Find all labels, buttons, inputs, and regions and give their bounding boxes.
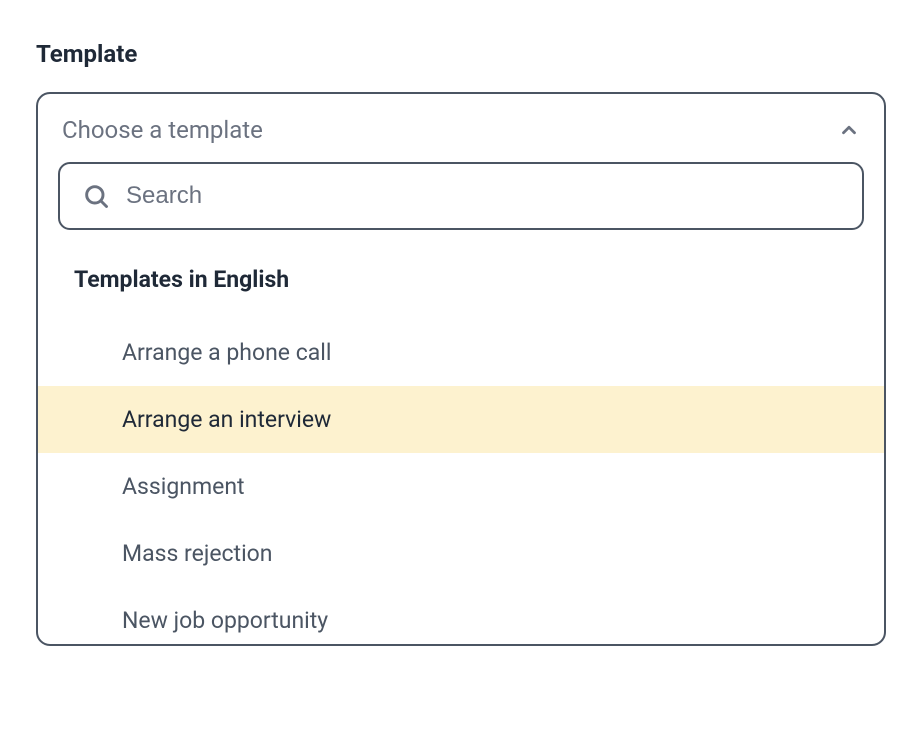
template-option[interactable]: Assignment: [38, 453, 884, 520]
template-search-input[interactable]: [126, 182, 840, 210]
template-dropdown-placeholder: Choose a template: [62, 116, 263, 144]
search-input-wrap[interactable]: [58, 162, 864, 230]
template-option[interactable]: New job opportunity: [38, 587, 884, 644]
chevron-up-icon: [838, 119, 860, 141]
template-option[interactable]: Arrange a phone call: [38, 319, 884, 386]
template-option[interactable]: Mass rejection: [38, 520, 884, 587]
template-dropdown-toggle[interactable]: Choose a template: [38, 94, 884, 162]
search-row: [38, 162, 884, 230]
template-option[interactable]: Arrange an interview: [38, 386, 884, 453]
search-icon: [82, 182, 110, 210]
template-option-list: Arrange a phone callArrange an interview…: [38, 319, 884, 644]
template-dropdown: Choose a template Templates in English A…: [36, 92, 886, 646]
template-group-header: Templates in English: [38, 230, 884, 319]
template-field-label: Template: [36, 40, 886, 68]
